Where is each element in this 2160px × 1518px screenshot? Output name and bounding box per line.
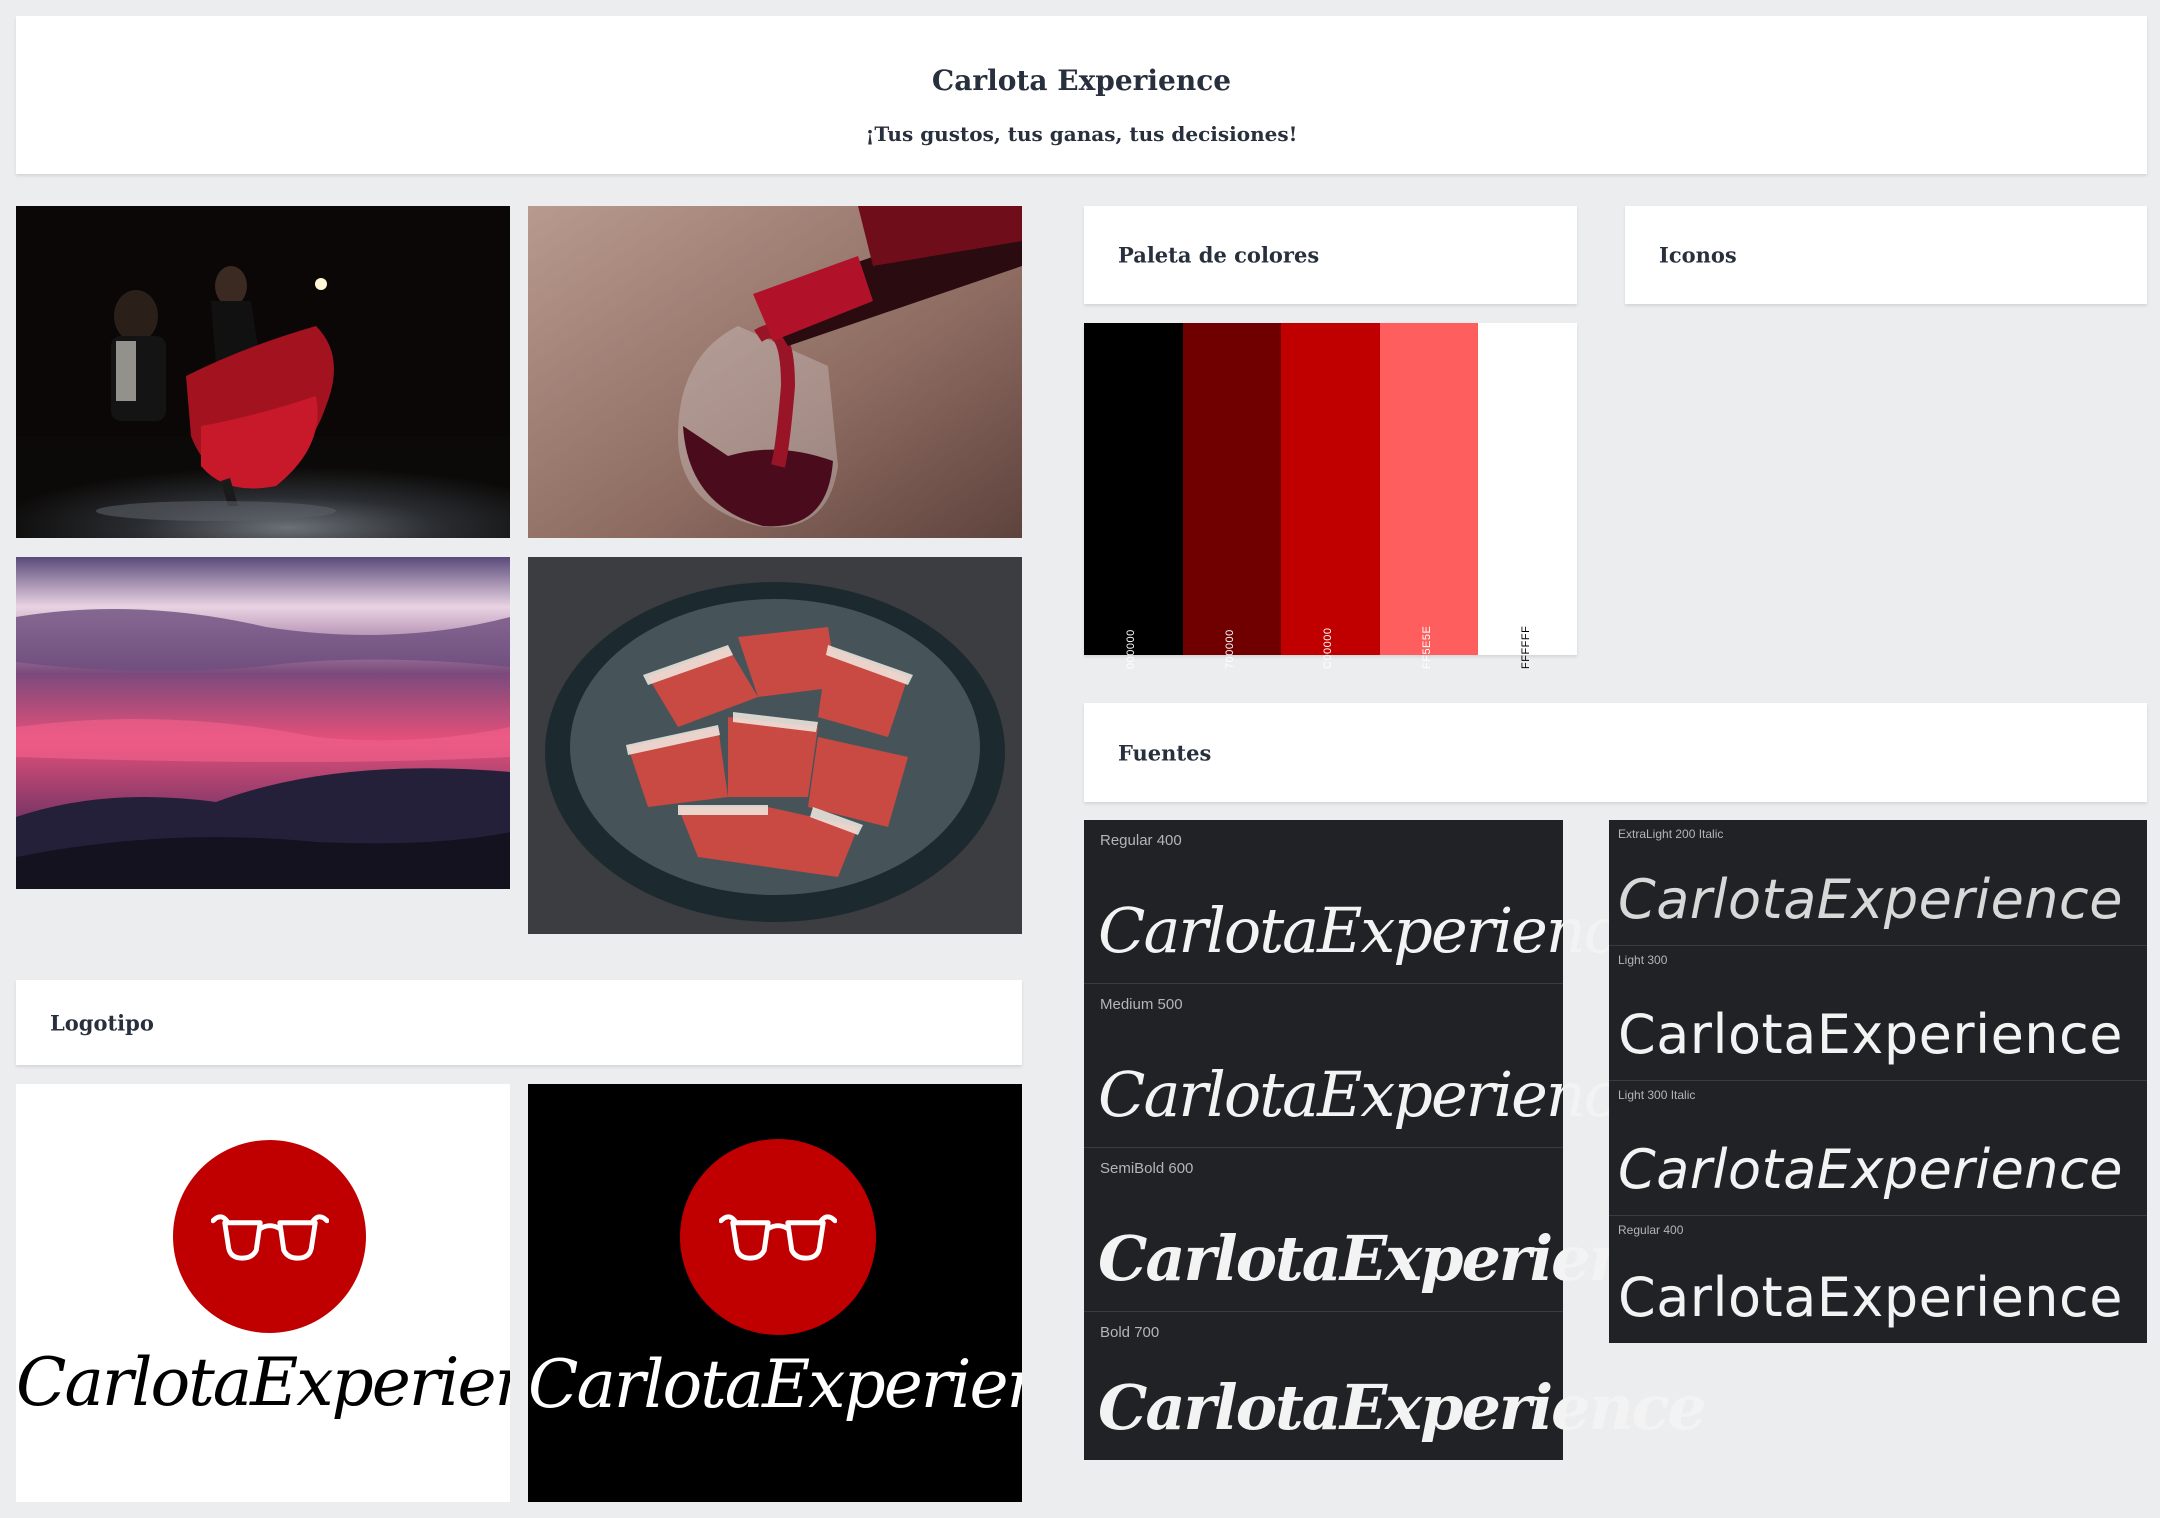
font-weight-label: Regular 400 — [1100, 832, 1182, 849]
swatch-label: FFFFFF — [1519, 625, 1532, 669]
font-sample: CarlotaExperience — [1098, 894, 1653, 967]
glasses-icon — [211, 1214, 329, 1261]
glasses-icon — [719, 1214, 837, 1261]
font-weight-label: Regular 400 — [1618, 1223, 1684, 1237]
logo-light: CarlotaExperience — [16, 1084, 510, 1502]
swatch-label: 000000 — [1125, 629, 1138, 669]
page-title: Carlota Experience — [931, 64, 1232, 97]
palette-swatches: 000000 700000 C00000 FF5E5E FFFFFF — [1084, 323, 1577, 669]
logo-title: Logotipo — [50, 1010, 154, 1035]
fonts-card: Fuentes — [1084, 703, 2147, 802]
swatch-label: FF5E5E — [1421, 625, 1434, 669]
font-sample: CarlotaExperience — [1618, 1266, 2123, 1329]
font-weight-label: Bold 700 — [1100, 1324, 1160, 1341]
header-card: Carlota Experience ¡Tus gustos, tus gana… — [16, 16, 2147, 174]
font-weight-label: Medium 500 — [1100, 996, 1183, 1013]
font-weight-label: Light 300 Italic — [1618, 1088, 1696, 1102]
swatch-label: C00000 — [1322, 627, 1335, 669]
swatch-ffffff: FFFFFF — [1478, 323, 1577, 669]
font-row: Light 300 CarlotaExperience — [1609, 946, 2147, 1081]
icons-title: Iconos — [1659, 242, 1737, 268]
font-row: Bold 700 CarlotaExperience — [1084, 1312, 1707, 1460]
font-weight-label: Light 300 — [1618, 953, 1668, 967]
page-subtitle: ¡Tus gustos, tus ganas, tus decisiones! — [865, 122, 1298, 146]
font-weight-label: SemiBold 600 — [1100, 1160, 1194, 1177]
swatch-c00000: C00000 — [1281, 323, 1380, 669]
font-weight-label: ExtraLight 200 Italic — [1618, 827, 1724, 841]
photo-jamon — [528, 557, 1022, 934]
font-sample: CarlotaExperience — [1618, 1138, 2123, 1201]
palette-title: Paleta de colores — [1118, 242, 1320, 268]
font-row: Medium 500 CarlotaExperience — [1084, 984, 1653, 1148]
font-row: SemiBold 600 CarlotaExperience — [1084, 1148, 1707, 1312]
photo-wine — [528, 206, 1022, 538]
logo-card: Logotipo — [16, 980, 1022, 1065]
logo-wordmark: CarlotaExperience — [528, 1346, 1022, 1423]
logo-dark: CarlotaExperience — [528, 1084, 1022, 1502]
font-row: Light 300 Italic CarlotaExperience — [1609, 1081, 2147, 1216]
font-sample: CarlotaExperience — [1618, 868, 2123, 931]
photo-sunset — [16, 557, 510, 889]
logo-wordmark: CarlotaExperience — [16, 1344, 510, 1421]
icons-card: Iconos — [1625, 206, 2147, 304]
palette-card: Paleta de colores — [1084, 206, 1577, 304]
swatch-700000: 700000 — [1182, 323, 1282, 669]
font-sample: CarlotaExperience — [1618, 1003, 2123, 1066]
font-sample: CarlotaExperience — [1098, 1058, 1653, 1131]
font-sample: CarlotaExperience — [1098, 1371, 1707, 1444]
font-row: Regular 400 CarlotaExperience — [1609, 1216, 2147, 1343]
photo-flamenco — [16, 206, 510, 538]
logo-circle — [173, 1140, 366, 1333]
font-row: Regular 400 CarlotaExperience — [1084, 820, 1653, 984]
swatch-ff5e5e: FF5E5E — [1379, 323, 1479, 669]
font-row: ExtraLight 200 Italic CarlotaExperience — [1609, 820, 2147, 946]
swatch-000000: 000000 — [1084, 323, 1183, 669]
fonts-title: Fuentes — [1118, 740, 1212, 765]
sans-font-panel: ExtraLight 200 Italic CarlotaExperience … — [1609, 820, 2147, 1343]
logo-circle — [680, 1139, 876, 1335]
swatch-label: 700000 — [1223, 629, 1236, 669]
script-font-panel: Regular 400 CarlotaExperience Medium 500… — [1084, 820, 1707, 1460]
